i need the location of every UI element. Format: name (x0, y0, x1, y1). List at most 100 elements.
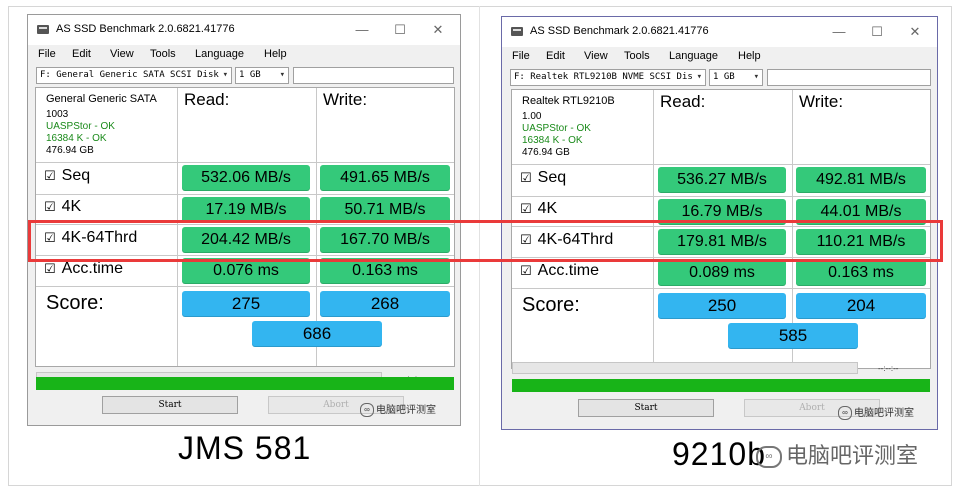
size-select[interactable]: 1 GB ▾ (235, 67, 289, 84)
grid-divider (512, 226, 930, 227)
score-label: Score: (46, 292, 104, 314)
maximize-button[interactable]: ☐ (859, 21, 895, 43)
drive-select[interactable]: F: General Generic SATA SCSI Disk ▾ (36, 67, 232, 84)
menu-edit[interactable]: Edit (72, 48, 91, 60)
row-label-4k-64thrd[interactable]: ☑ 4K-64Thrd (44, 229, 137, 247)
menu-file[interactable]: File (512, 50, 530, 62)
grid-divider (36, 162, 454, 163)
score-write: 268 (320, 291, 450, 317)
grid-divider (512, 164, 930, 165)
start-button[interactable]: Start (578, 399, 714, 417)
menu-file[interactable]: File (38, 48, 56, 60)
row-label-seq[interactable]: ☑ Seq (520, 169, 566, 187)
grid-divider (36, 255, 454, 256)
grid-divider (512, 196, 930, 197)
checkbox-icon[interactable]: ☑ (44, 168, 56, 183)
grid-divider (177, 88, 178, 366)
checkbox-icon[interactable]: ☑ (44, 199, 56, 214)
checkbox-icon[interactable]: ☑ (520, 263, 532, 278)
menu-language[interactable]: Language (195, 48, 244, 60)
grid-divider (36, 224, 454, 225)
acc-write-result: 0.163 ms (320, 258, 450, 284)
row-label-4k[interactable]: ☑ 4K (44, 198, 81, 216)
menu-view[interactable]: View (110, 48, 134, 60)
minimize-button[interactable]: — (344, 19, 380, 41)
grid-divider (36, 286, 454, 287)
drive-name: General Generic SATA (46, 93, 157, 105)
path-input[interactable] (293, 67, 454, 84)
menu-edit[interactable]: Edit (546, 50, 565, 62)
driver-status: UASPStor - OK (522, 123, 591, 134)
path-input[interactable] (767, 69, 931, 86)
score-total: 585 (728, 323, 858, 349)
4k-read-result: 16.79 MB/s (658, 199, 786, 225)
checkbox-icon[interactable]: ☑ (44, 261, 56, 276)
checkbox-icon[interactable]: ☑ (520, 201, 532, 216)
grid-divider (512, 257, 930, 258)
acc-write-result: 0.163 ms (796, 260, 926, 286)
drive-capacity: 476.94 GB (522, 147, 570, 158)
wechat-icon: ∞ (360, 403, 374, 418)
wechat-icon: ∞ (756, 446, 782, 469)
seq-write-result: 491.65 MB/s (320, 165, 450, 191)
alignment-status: 16384 K - OK (46, 133, 107, 144)
total-progress-bar (512, 379, 930, 392)
row-label-seq[interactable]: ☑ Seq (44, 167, 90, 185)
window-title: AS SSD Benchmark 2.0.6821.41776 (530, 25, 709, 37)
row-label-acc-time[interactable]: ☑ Acc.time (44, 260, 123, 278)
wechat-icon: ∞ (838, 406, 852, 421)
seq-write-result: 492.81 MB/s (796, 167, 926, 193)
grid-divider (512, 288, 930, 289)
row-label-acc-time[interactable]: ☑ Acc.time (520, 262, 599, 280)
row-label-4k-64thrd[interactable]: ☑ 4K-64Thrd (520, 231, 613, 249)
window-watermark: ∞ 电脑吧评测室 (838, 404, 914, 421)
minimize-button[interactable]: — (821, 21, 857, 43)
menu-help[interactable]: Help (264, 48, 287, 60)
menu-tools[interactable]: Tools (150, 48, 176, 60)
write-header: Write: (799, 92, 844, 111)
score-read: 275 (182, 291, 310, 317)
driver-status: UASPStor - OK (46, 121, 115, 132)
left-title-bar: AS SSD Benchmark 2.0.6821.41776 — ☐ ✕ (28, 15, 460, 45)
4k64-read-result: 179.81 MB/s (658, 229, 786, 255)
panel-divider (479, 6, 480, 486)
checkbox-icon[interactable]: ☑ (520, 232, 532, 247)
drive-select-value: F: General Generic SATA SCSI Disk (40, 70, 219, 80)
chevron-down-icon: ▾ (222, 70, 228, 80)
chevron-down-icon: ▾ (279, 70, 285, 80)
right-title-bar: AS SSD Benchmark 2.0.6821.41776 — ☐ ✕ (502, 17, 937, 47)
app-drive-icon (511, 27, 523, 36)
row-label-4k[interactable]: ☑ 4K (520, 200, 557, 218)
size-select-value: 1 GB (713, 72, 735, 82)
read-header: Read: (184, 90, 230, 109)
window-watermark: ∞ 电脑吧评测室 (360, 401, 436, 418)
size-select[interactable]: 1 GB ▾ (709, 69, 763, 86)
score-write: 204 (796, 293, 926, 319)
left-benchmark-window: AS SSD Benchmark 2.0.6821.41776 — ☐ ✕ Fi… (27, 14, 461, 426)
grid-divider (653, 90, 654, 368)
elapsed-time: --:--:-- (878, 364, 899, 373)
close-button[interactable]: ✕ (897, 21, 933, 43)
drive-select[interactable]: F: Realtek RTL9210B NVME SCSI Dis ▾ (510, 69, 706, 86)
right-caption: 9210b (672, 436, 766, 472)
menu-view[interactable]: View (584, 50, 608, 62)
close-button[interactable]: ✕ (420, 19, 456, 41)
menu-tools[interactable]: Tools (624, 50, 650, 62)
checkbox-icon[interactable]: ☑ (44, 230, 56, 245)
results-grid: General Generic SATA 1003 UASPStor - OK … (35, 87, 455, 367)
4k-write-result: 50.71 MB/s (320, 197, 450, 223)
results-grid: Realtek RTL9210B 1.00 UASPStor - OK 1638… (511, 89, 931, 369)
acc-read-result: 0.076 ms (182, 258, 310, 284)
menu-language[interactable]: Language (669, 50, 718, 62)
start-button[interactable]: Start (102, 396, 238, 414)
drive-name: Realtek RTL9210B (522, 95, 615, 107)
maximize-button[interactable]: ☐ (382, 19, 418, 41)
menu-bar: File Edit View Tools Language Help (502, 47, 937, 67)
left-caption: JMS 581 (178, 430, 312, 466)
app-drive-icon (37, 25, 49, 34)
checkbox-icon[interactable]: ☑ (520, 170, 532, 185)
drive-firmware: 1.00 (522, 111, 542, 122)
menu-help[interactable]: Help (738, 50, 761, 62)
drive-capacity: 476.94 GB (46, 145, 94, 156)
score-total: 686 (252, 321, 382, 347)
